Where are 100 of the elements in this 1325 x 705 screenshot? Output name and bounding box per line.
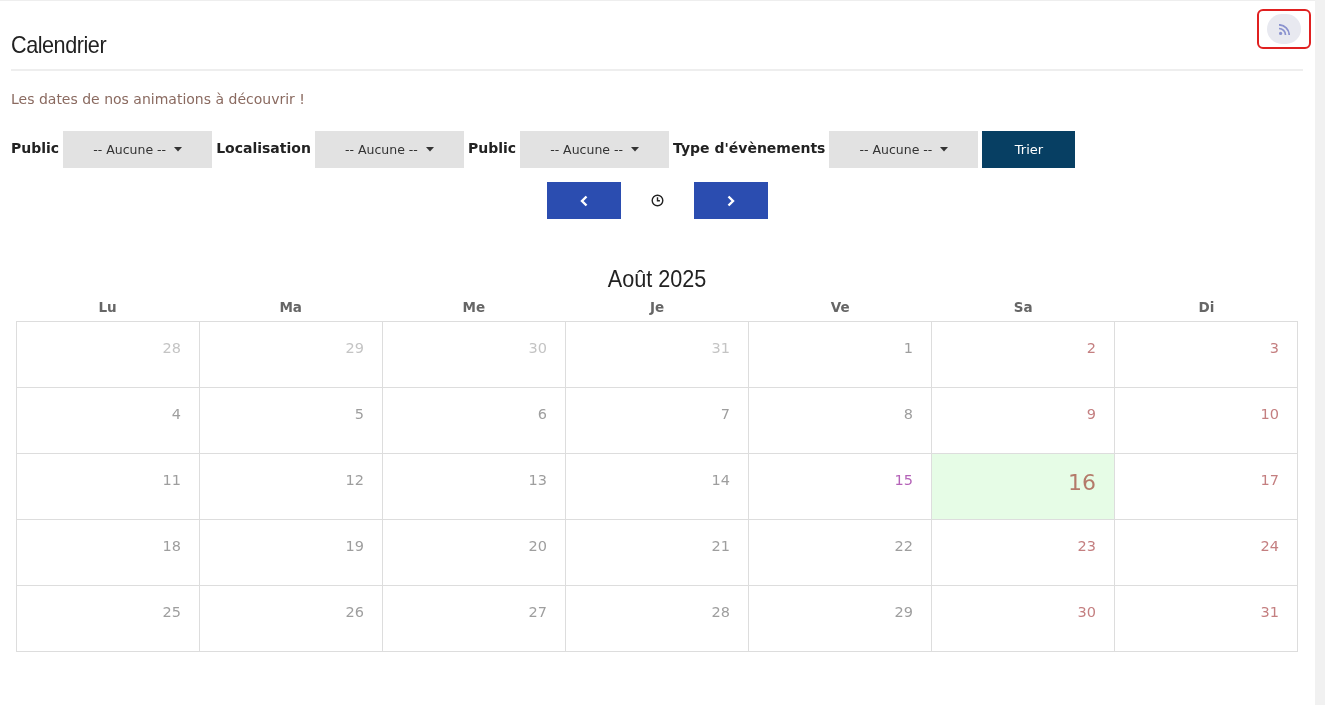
day-number: 29 bbox=[894, 604, 913, 620]
subtitle: Les dates de nos animations à découvrir ! bbox=[11, 91, 306, 107]
day-cell[interactable]: 25 bbox=[17, 586, 200, 652]
day-number: 30 bbox=[1077, 604, 1096, 620]
day-cell[interactable]: 11 bbox=[17, 454, 200, 520]
day-cell[interactable]: 19 bbox=[200, 520, 383, 586]
day-cell[interactable]: 28 bbox=[17, 322, 200, 388]
day-cell[interactable]: 16 bbox=[932, 454, 1115, 520]
filter-dropdown[interactable]: -- Aucune -- bbox=[520, 131, 670, 168]
day-number: 8 bbox=[903, 406, 913, 422]
filter-label: Public bbox=[467, 139, 517, 156]
filter-dropdown[interactable]: -- Aucune -- bbox=[829, 131, 979, 168]
page-title: Calendrier bbox=[11, 31, 107, 59]
rss-button[interactable] bbox=[1257, 9, 1311, 49]
day-cell[interactable]: 30 bbox=[383, 322, 566, 388]
clock-icon[interactable] bbox=[650, 194, 664, 207]
weekday-header: Me bbox=[461, 299, 487, 315]
day-number: 1 bbox=[903, 340, 913, 356]
weekday-header: Ve bbox=[829, 299, 851, 315]
day-number: 3 bbox=[1269, 340, 1279, 356]
day-number: 31 bbox=[1260, 604, 1279, 620]
day-number: 29 bbox=[345, 340, 364, 356]
day-cell[interactable]: 1 bbox=[749, 322, 932, 388]
day-number: 23 bbox=[1077, 538, 1096, 554]
day-cell[interactable]: 15 bbox=[749, 454, 932, 520]
filter-dropdown[interactable]: -- Aucune -- bbox=[63, 131, 213, 168]
filter-label: Localisation bbox=[216, 139, 311, 156]
day-cell[interactable]: 10 bbox=[1115, 388, 1298, 454]
day-cell[interactable]: 24 bbox=[1115, 520, 1298, 586]
day-cell[interactable]: 27 bbox=[383, 586, 566, 652]
day-number: 30 bbox=[528, 340, 547, 356]
day-number: 25 bbox=[162, 604, 181, 620]
month-title: Août 2025 bbox=[606, 265, 708, 293]
day-number: 27 bbox=[528, 604, 547, 620]
day-cell[interactable]: 18 bbox=[17, 520, 200, 586]
caret-icon bbox=[425, 147, 434, 152]
day-number: 19 bbox=[345, 538, 364, 554]
previous-button[interactable] bbox=[546, 182, 621, 219]
day-cell[interactable]: 23 bbox=[932, 520, 1115, 586]
day-number: 9 bbox=[1086, 406, 1096, 422]
day-number: 18 bbox=[162, 538, 181, 554]
day-cell[interactable]: 13 bbox=[383, 454, 566, 520]
rss-icon bbox=[1278, 23, 1290, 35]
day-cell[interactable]: 28 bbox=[566, 586, 749, 652]
day-number: 28 bbox=[711, 604, 730, 620]
day-cell[interactable]: 4 bbox=[17, 388, 200, 454]
day-cell[interactable]: 31 bbox=[1115, 586, 1298, 652]
day-cell[interactable]: 2 bbox=[932, 322, 1115, 388]
day-cell[interactable]: 29 bbox=[749, 586, 932, 652]
day-number: 22 bbox=[894, 538, 913, 554]
day-number: 15 bbox=[894, 472, 913, 488]
day-cell[interactable]: 3 bbox=[1115, 322, 1298, 388]
caret-icon bbox=[940, 147, 949, 152]
filter-dropdown[interactable]: -- Aucune -- bbox=[314, 131, 464, 168]
next-button[interactable] bbox=[693, 182, 768, 219]
day-cell[interactable]: 5 bbox=[200, 388, 383, 454]
day-cell[interactable]: 7 bbox=[566, 388, 749, 454]
day-number: 24 bbox=[1260, 538, 1279, 554]
day-number: 7 bbox=[720, 406, 730, 422]
day-number: 12 bbox=[345, 472, 364, 488]
caret-icon bbox=[631, 147, 639, 152]
day-cell[interactable]: 8 bbox=[749, 388, 932, 454]
day-number: 11 bbox=[162, 472, 181, 488]
filter-label: Public bbox=[11, 139, 60, 156]
day-cell[interactable]: 26 bbox=[200, 586, 383, 652]
weekday-header: Ma bbox=[278, 299, 303, 315]
weekday-header: Sa bbox=[1012, 299, 1034, 315]
day-cell[interactable]: 20 bbox=[383, 520, 566, 586]
day-cell[interactable]: 22 bbox=[749, 520, 932, 586]
day-cell[interactable]: 12 bbox=[200, 454, 383, 520]
day-number: 4 bbox=[171, 406, 181, 422]
chevron-right-icon bbox=[726, 194, 735, 207]
filter-label: Type d'évènements bbox=[673, 139, 826, 156]
day-number: 2 bbox=[1086, 340, 1096, 356]
sort-button[interactable]: Trier bbox=[982, 131, 1076, 168]
weekday-header: Lu bbox=[97, 299, 118, 315]
day-cell[interactable]: 17 bbox=[1115, 454, 1298, 520]
day-number: 26 bbox=[345, 604, 364, 620]
day-number: 13 bbox=[528, 472, 547, 488]
day-cell[interactable]: 9 bbox=[932, 388, 1115, 454]
day-number: 21 bbox=[711, 538, 730, 554]
day-cell[interactable]: 14 bbox=[566, 454, 749, 520]
day-cell[interactable]: 29 bbox=[200, 322, 383, 388]
day-number: 6 bbox=[537, 406, 547, 422]
day-cell[interactable]: 6 bbox=[383, 388, 566, 454]
day-cell[interactable]: 21 bbox=[566, 520, 749, 586]
day-cell[interactable]: 31 bbox=[566, 322, 749, 388]
day-number: 16 bbox=[1068, 470, 1096, 495]
day-cell[interactable]: 30 bbox=[932, 586, 1115, 652]
caret-icon bbox=[174, 147, 183, 152]
day-number: 14 bbox=[711, 472, 730, 488]
chevron-left-icon bbox=[579, 194, 588, 207]
weekday-header: Je bbox=[648, 299, 666, 315]
day-number: 28 bbox=[162, 340, 181, 356]
day-number: 17 bbox=[1260, 472, 1279, 488]
day-number: 31 bbox=[711, 340, 730, 356]
day-number: 5 bbox=[354, 406, 364, 422]
day-number: 10 bbox=[1260, 406, 1279, 422]
weekday-header: Di bbox=[1197, 299, 1216, 315]
day-number: 20 bbox=[528, 538, 547, 554]
